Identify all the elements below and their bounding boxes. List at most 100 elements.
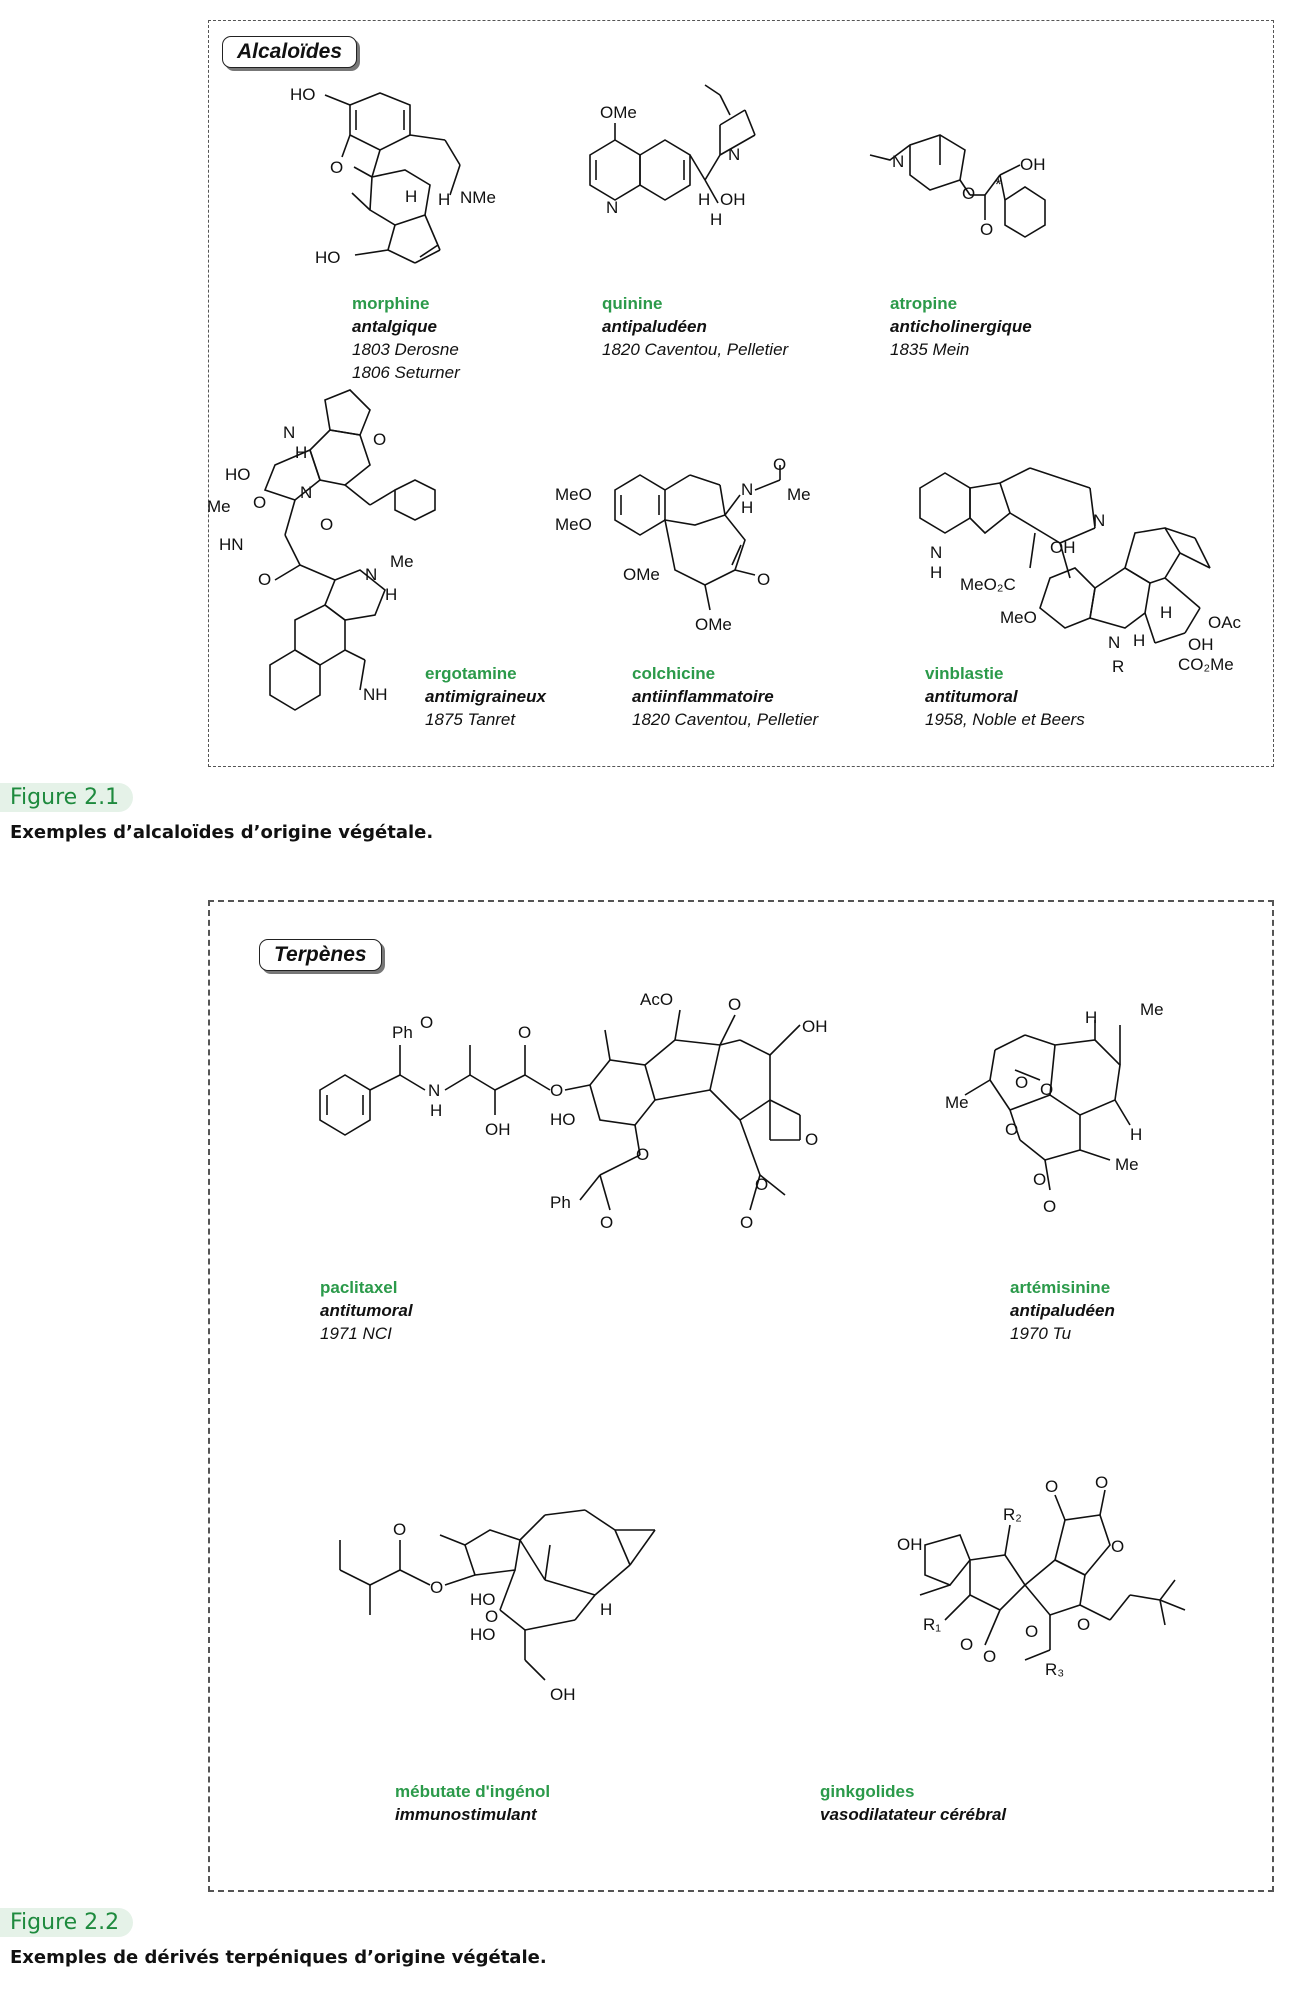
alkaloids-tag: Alcaloïdes (222, 36, 358, 68)
atom: OMe (623, 565, 660, 584)
compound-activity: antiinflammatoire (632, 687, 774, 706)
atom: HO (315, 248, 341, 267)
paclitaxel-structure: O Ph N H OH O O AcO O OH HO Ph O O O O O (319, 990, 828, 1232)
atom: O (253, 493, 266, 512)
atom: N (1108, 633, 1120, 652)
atom: O (1095, 1473, 1108, 1492)
atom: MeO (555, 485, 592, 504)
atom: R₃ (1045, 1660, 1064, 1679)
atom: OH (1020, 155, 1046, 174)
atom: HO (290, 85, 316, 104)
atom: OH (1050, 538, 1076, 557)
atom: O (1040, 1080, 1053, 1099)
compound-name: artémisinine (1010, 1278, 1111, 1297)
atom: H (430, 1101, 442, 1120)
atom: O (805, 1130, 818, 1149)
compound-activity: vasodilatateur cérébral (820, 1805, 1007, 1824)
compound-date: 1971 NCI (320, 1324, 392, 1343)
figure-2-1-caption: Figure 2.1 Exemples d’alcaloïdes d’origi… (0, 783, 433, 843)
atom: H (405, 187, 417, 206)
atom: HO (470, 1590, 496, 1609)
atom: NMe (460, 188, 496, 207)
atom: OH (1188, 635, 1214, 654)
atropine-label: atropine anticholinergique 1835 Mein (890, 292, 1032, 361)
atom: Me (1140, 1000, 1164, 1019)
compound-name: colchicine (632, 664, 716, 683)
atom: O (393, 1520, 406, 1539)
atom: H (1160, 603, 1172, 622)
atom: R₁ (923, 1615, 941, 1634)
atom: H (295, 443, 307, 462)
atom: O (983, 1647, 996, 1666)
atom: O (1045, 1477, 1058, 1496)
artemisinin-label: artémisinine antipaludéen 1970 Tu (1010, 1276, 1115, 1345)
colchicine-label: colchicine antiinflammatoire 1820 Cavent… (632, 662, 818, 731)
atom: O (1077, 1615, 1090, 1634)
ingenol-mebutate-structure: O O O HO HO H OH (339, 1509, 656, 1704)
compound-name: morphine (352, 294, 430, 313)
atom: O (773, 455, 786, 474)
atom: O (258, 570, 271, 589)
compound-date: 1875 Tanret (425, 710, 516, 729)
atom: H (1133, 631, 1145, 650)
atom: MeO (1000, 608, 1037, 627)
compound-name: atropine (890, 294, 958, 313)
atom: O (1015, 1073, 1028, 1092)
figure-caption: Exemples d’alcaloïdes d’origine végétale… (10, 822, 434, 843)
atom: HO (225, 465, 251, 484)
atom: O (373, 430, 386, 449)
atom: O (1025, 1622, 1038, 1641)
atom: MeO₂C (960, 575, 1016, 594)
atom: H (385, 585, 397, 604)
compound-date: 1803 Derosne (352, 340, 459, 359)
atom: OH (897, 1535, 923, 1554)
atom: O (518, 1023, 531, 1042)
vinblastine-label: vinblastie antitumoral 1958, Noble et Be… (925, 662, 1085, 731)
atom: O (1111, 1537, 1124, 1556)
atom: OH (550, 1685, 576, 1704)
compound-name: ginkgolides (820, 1782, 915, 1801)
atom: OH (802, 1017, 828, 1036)
atom: O (757, 570, 770, 589)
compound-date: 1970 Tu (1010, 1324, 1072, 1343)
atropine-structure: N OH O O * (869, 134, 1046, 239)
ingenol-label: mébutate d'ingénol immunostimulant (395, 1780, 550, 1826)
atom: O (320, 515, 333, 534)
atom: H (930, 563, 942, 582)
atom: HN (219, 535, 244, 554)
ergotamine-label: ergotamine antimigraineux 1875 Tanret (425, 662, 546, 731)
compound-date: 1820 Caventou, Pelletier (602, 340, 789, 359)
compound-name: paclitaxel (320, 1278, 398, 1297)
atom: Ph (550, 1193, 571, 1212)
compound-activity: antitumoral (925, 687, 1018, 706)
paclitaxel-label: paclitaxel antitumoral 1971 NCI (320, 1276, 413, 1345)
atom: N (428, 1081, 440, 1100)
compound-date: 1820 Caventou, Pelletier (632, 710, 819, 729)
ginkgolides-label: ginkgolides vasodilatateur cérébral (820, 1780, 1006, 1826)
atom: Me (787, 485, 811, 504)
atom: NH (363, 685, 388, 704)
compound-activity: anticholinergique (890, 317, 1032, 336)
atom: HO (470, 1625, 496, 1644)
atom: AcO (640, 990, 673, 1009)
atom: MeO (555, 515, 592, 534)
atom: H (710, 210, 722, 229)
figure-number: Figure 2.2 (0, 1908, 134, 1937)
compound-date: 1958, Noble et Beers (925, 710, 1085, 729)
atom: O (485, 1607, 498, 1626)
atom: N (728, 145, 740, 164)
atom: H (438, 190, 450, 209)
atom: OH (720, 190, 746, 209)
atom: N (741, 480, 753, 499)
atom: O (1005, 1120, 1018, 1139)
compound-name: vinblastie (925, 664, 1004, 683)
atom: HO (550, 1110, 576, 1129)
atom: O (330, 158, 343, 177)
compound-activity: antipaludéen (602, 317, 707, 336)
atom: H (698, 190, 710, 209)
atom: N (283, 423, 295, 442)
atom: O (636, 1145, 649, 1164)
atom: N (1093, 511, 1105, 530)
atom: O (550, 1081, 563, 1100)
ginkgolides-structure: OH O R₂ O O R₁ O O O O R₃ (897, 1473, 1186, 1679)
